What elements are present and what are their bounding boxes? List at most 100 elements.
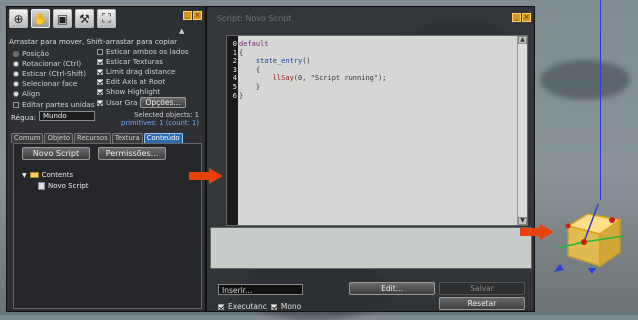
running-label: Executanc (228, 302, 267, 311)
editor-scrollbar[interactable]: ▲ ▼ (517, 36, 527, 225)
build-floater: ⊕ ✋ ▣ ⚒ ⛶ _ × ▲ Arrastar para mover, Shi… (6, 6, 206, 312)
radio-label: Esticar (Ctrl-Shift) (22, 69, 87, 78)
insert-dropdown[interactable]: Inserir... (218, 284, 303, 295)
radio-icon (13, 60, 19, 67)
tab-texture[interactable]: Textura (111, 133, 143, 143)
save-button[interactable]: Salvar (439, 282, 525, 295)
radio-label: Align (22, 89, 41, 98)
build-tabs: Comum Objeto Recursos Textura Conteúdo (11, 133, 183, 143)
create-cube-icon[interactable]: ▣ (53, 9, 72, 28)
land-icon[interactable]: ⛶ (97, 9, 116, 28)
checkbox-label: Edit Axis at Root (106, 77, 166, 86)
checkbox-edit-linked[interactable]: Editar partes unidas (13, 100, 95, 109)
code-text: () (302, 57, 311, 66)
tab-content[interactable]: Conteúdo (143, 133, 183, 143)
build-toolbar: ⊕ ✋ ▣ ⚒ ⛶ (9, 9, 116, 28)
code-text: (0, "Script running"); (293, 74, 387, 83)
minimize-button[interactable]: _ (183, 11, 192, 20)
line-number: 0 (232, 40, 237, 48)
reset-button[interactable]: Resetar (439, 297, 525, 310)
checkbox-edit-axis-root[interactable]: Edit Axis at Root (97, 77, 165, 86)
pointer-arrow-editor (189, 168, 223, 184)
checkbox-show-highlight[interactable]: Show Highlight (97, 87, 160, 96)
checkbox-limit-drag[interactable]: Limit drag distance (97, 67, 175, 76)
scroll-up-icon[interactable]: ▲ (518, 36, 527, 44)
selected-prim-cube[interactable] (554, 204, 632, 274)
tab-general[interactable]: Comum (11, 133, 44, 143)
line-number: 5 (232, 82, 237, 91)
code-brace: } (239, 91, 244, 100)
ruler-label: Régua: (11, 113, 37, 122)
collapse-icon[interactable]: ▲ (179, 27, 184, 35)
mono-checkbox[interactable] (270, 303, 277, 310)
primitives-count-text: primitives: 1 (count: 1) (121, 119, 199, 127)
radio-stretch[interactable]: Esticar (Ctrl-Shift) (13, 69, 86, 78)
code-function: llSay (272, 74, 294, 83)
arrow-shaft (520, 228, 542, 236)
arrow-shaft (189, 172, 211, 180)
inventory-item-script[interactable]: Novo Script (38, 182, 88, 190)
grab-icon[interactable]: ✋ (31, 9, 50, 28)
radio-rotate[interactable]: Rotacionar (Ctrl) (13, 59, 81, 68)
close-button[interactable]: × (522, 13, 531, 22)
radio-icon (13, 70, 19, 77)
line-number: 2 (232, 57, 237, 66)
radio-align[interactable]: Align (13, 89, 40, 98)
line-numbers: 0 1 2 3 4 5 6 (229, 40, 237, 100)
tab-object[interactable]: Objeto (44, 133, 74, 143)
checkbox-label: Show Highlight (106, 87, 161, 96)
code-brace: { (255, 65, 261, 74)
pointer-arrow-object (520, 224, 554, 240)
line-number: 6 (232, 91, 237, 100)
corner-handle[interactable] (565, 223, 571, 229)
minimize-button[interactable]: _ (512, 13, 521, 22)
center-handle[interactable] (581, 239, 587, 245)
line-number: 1 (232, 48, 237, 57)
options-button[interactable]: Opções... (140, 97, 186, 108)
checkbox-icon (97, 78, 103, 85)
corner-handle[interactable] (609, 217, 615, 223)
zoom-icon[interactable]: ⊕ (9, 9, 28, 28)
checkbox-label: Usar Gra (106, 98, 138, 107)
script-code: default{ state_entry() { llSay(0, "Scrip… (239, 40, 387, 100)
ruler-select[interactable]: Mundo (39, 111, 95, 121)
permissions-button[interactable]: Permissões... (98, 147, 166, 160)
code-keyword: default (239, 40, 269, 48)
arrow-head (209, 168, 223, 184)
selected-objects-text: Selected objects: 1 (134, 111, 199, 119)
checkbox-icon (97, 48, 103, 55)
radio-label: Selecionar face (22, 79, 78, 88)
expand-arrow-icon[interactable]: ▼ (22, 172, 27, 179)
editor-title: Script: Novo Script (217, 14, 292, 23)
edit-button[interactable]: Edit... (349, 282, 435, 295)
script-icon (38, 182, 45, 190)
script-options: Executanc Mono (218, 302, 301, 311)
tab-features[interactable]: Recursos (74, 133, 111, 143)
radio-select-face[interactable]: Selecionar face (13, 79, 77, 88)
close-button[interactable]: × (193, 11, 202, 20)
radio-position[interactable]: Posição (13, 49, 49, 58)
contents-panel: Novo Script Permissões... ▼ Contents Nov… (13, 143, 202, 309)
checkbox-use-grid[interactable]: Usar Gra (97, 98, 138, 107)
checkbox-stretch-both[interactable]: Esticar ambos os lados (97, 47, 189, 56)
checkbox-label: Esticar Texturas (106, 57, 163, 66)
checkbox-label: Editar partes unidas (22, 100, 95, 109)
x-arrow-icon[interactable] (554, 264, 564, 272)
z-arrow-down-icon[interactable] (588, 268, 596, 274)
script-editor-window: Script: Novo Script _ × 0 1 2 3 4 5 6 de… (206, 6, 535, 312)
code-editor[interactable]: 0 1 2 3 4 5 6 default{ state_entry() { l… (226, 35, 528, 226)
checkbox-label: Limit drag distance (106, 67, 176, 76)
running-checkbox[interactable] (218, 303, 224, 310)
arrow-head (540, 224, 554, 240)
contents-folder[interactable]: ▼ Contents (22, 171, 73, 179)
radio-label: Posição (22, 49, 49, 58)
checkbox-icon (97, 58, 103, 65)
radio-icon (13, 90, 19, 97)
line-number: 3 (232, 65, 237, 74)
folder-label: Contents (41, 171, 74, 179)
new-script-button[interactable]: Novo Script (22, 147, 90, 160)
wand-icon[interactable]: ⚒ (75, 9, 94, 28)
checkbox-stretch-textures[interactable]: Esticar Texturas (97, 57, 163, 66)
folder-icon (29, 172, 39, 178)
drag-hint: Arrastar para mover, Shift-arrastar para… (9, 37, 178, 46)
